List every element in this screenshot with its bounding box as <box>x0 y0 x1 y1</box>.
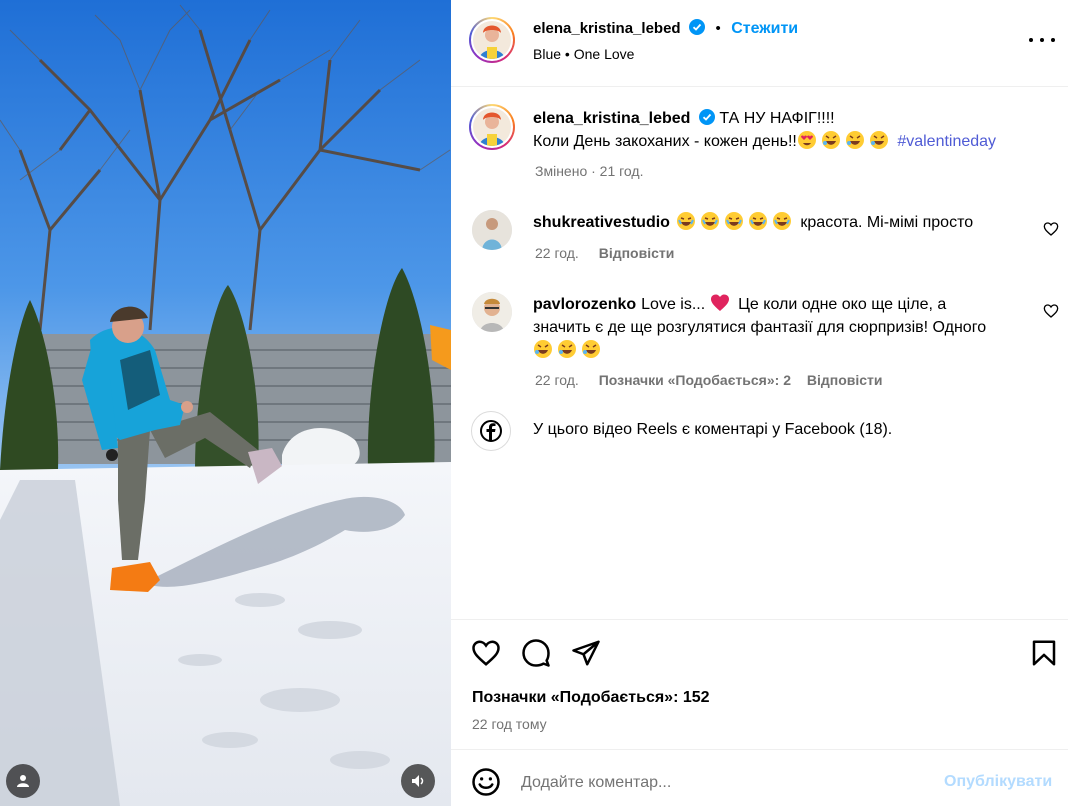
author-username[interactable]: elena_kristina_lebed <box>533 20 681 37</box>
sound-toggle-button[interactable] <box>401 764 435 798</box>
crying-laughing-emoji-icon <box>676 212 695 230</box>
follow-button[interactable]: Стежити <box>731 20 798 37</box>
comment-avatar-image <box>472 210 512 250</box>
comment-likes-button[interactable]: Позначки «Подобається»: 2 <box>599 372 791 388</box>
comment-time: 22 год. <box>535 245 579 261</box>
reel-video-frame <box>0 0 451 806</box>
separator-dot: • <box>715 20 721 37</box>
action-bar: Позначки «Подобається»: 152 22 год тому <box>451 619 1068 749</box>
author-avatar[interactable] <box>469 17 515 63</box>
post-time: 22 год тому <box>472 716 547 732</box>
facebook-icon <box>471 411 511 451</box>
reel-video[interactable] <box>0 0 451 806</box>
caption-text-2: Коли День закоханих - кожен день!! <box>533 133 797 150</box>
comment-meta: 22 год. Відповісти <box>535 245 674 261</box>
comment-composer: Опублікувати <box>451 749 1068 806</box>
save-icon[interactable] <box>1029 638 1059 668</box>
publish-button[interactable]: Опублікувати <box>944 773 1052 791</box>
likes-count[interactable]: Позначки «Подобається»: 152 <box>472 689 710 707</box>
rolling-laughing-emoji-icon <box>582 340 600 358</box>
rolling-laughing-emoji-icon <box>821 131 840 149</box>
comment-icon[interactable] <box>521 638 551 668</box>
verified-badge-icon <box>689 19 706 35</box>
audio-track: One Love <box>573 46 635 62</box>
comment-like-icon[interactable] <box>1043 303 1059 319</box>
crying-laughing-emoji-icon <box>724 212 743 230</box>
crying-laughing-emoji-icon <box>772 212 791 230</box>
tagged-users-button[interactable] <box>6 764 40 798</box>
caption-line-1: elena_kristina_lebed ТА НУ НАФІГ!!!! <box>533 107 835 130</box>
crying-laughing-emoji-icon <box>700 212 719 230</box>
author-avatar-image <box>473 21 511 59</box>
rolling-laughing-emoji-icon <box>534 340 552 358</box>
comment-time: 22 год. <box>535 372 579 388</box>
user-icon <box>17 775 29 787</box>
audio-artist: Blue <box>533 46 562 62</box>
sound-icon <box>412 775 424 787</box>
more-options-icon[interactable] <box>1029 30 1055 50</box>
comment-emoji-line <box>533 339 605 362</box>
comment-meta: 22 год. Позначки «Подобається»: 2 Відпов… <box>535 372 883 388</box>
comment-row: shukreativestudio красота. Мі-мімі прост… <box>533 211 973 234</box>
reply-button[interactable]: Відповісти <box>807 372 883 388</box>
facebook-comments-link[interactable]: У цього відео Reels є коментарі у Facebo… <box>471 411 1031 451</box>
verified-badge-icon <box>698 109 715 125</box>
comment-avatar[interactable] <box>472 210 512 250</box>
share-icon[interactable] <box>571 638 601 668</box>
facebook-comments-text: У цього відео Reels є коментарі у Facebo… <box>533 421 893 438</box>
post-details-panel: elena_kristina_lebed • Стежити Blue • On… <box>451 0 1068 806</box>
comment-text-1: Це коли одне око ще ціле, а <box>738 296 947 313</box>
crying-laughing-emoji-icon <box>748 212 767 230</box>
comment-username[interactable]: pavlorozenko <box>533 296 636 313</box>
like-icon[interactable] <box>471 638 501 668</box>
heart-eyes-emoji-icon <box>797 131 816 149</box>
post-header: elena_kristina_lebed • Стежити Blue • On… <box>451 0 1068 87</box>
rolling-laughing-emoji-icon <box>845 131 864 149</box>
audio-info[interactable]: Blue • One Love <box>533 46 634 62</box>
reply-button[interactable]: Відповісти <box>599 245 675 261</box>
caption-author-avatar[interactable] <box>469 104 515 150</box>
caption-author-avatar-image <box>473 108 511 146</box>
audio-separator: • <box>564 46 570 62</box>
comment-avatar-image <box>472 292 512 332</box>
caption-author-username[interactable]: elena_kristina_lebed <box>533 110 690 127</box>
caption-text-1: ТА НУ НАФІГ!!!! <box>719 110 835 127</box>
emoji-icon[interactable] <box>471 767 501 797</box>
comment-text-2: значить є де ще розгулятися фантазії для… <box>533 319 987 336</box>
comment-avatar[interactable] <box>472 292 512 332</box>
rolling-laughing-emoji-icon <box>869 131 888 149</box>
caption-meta: Змінено · 21 год. <box>535 163 644 179</box>
comment-text: красота. Мі-мімі просто <box>800 214 974 231</box>
rolling-laughing-emoji-icon <box>558 340 576 358</box>
comment-row: pavlorozenko Love is... Це коли одне око … <box>533 293 946 316</box>
comment-like-icon[interactable] <box>1043 221 1059 237</box>
comment-input[interactable] <box>521 770 931 796</box>
comment-text-lead: Love is... <box>641 296 706 313</box>
hashtag-link[interactable]: #valentineday <box>897 133 996 150</box>
caption-line-2: Коли День закоханих - кожен день!! #vale… <box>533 130 996 153</box>
comment-username[interactable]: shukreativestudio <box>533 214 670 231</box>
red-heart-emoji-icon <box>710 294 729 311</box>
